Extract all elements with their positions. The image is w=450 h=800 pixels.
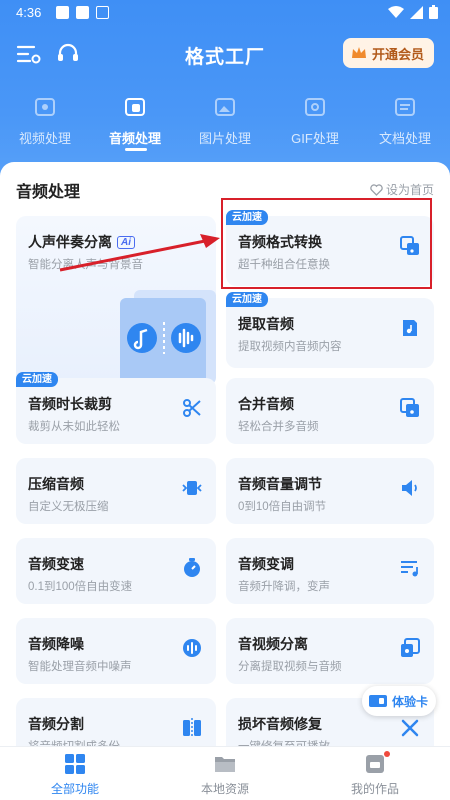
section-title: 音频处理	[16, 184, 81, 201]
card-volume-adjust[interactable]: 音频音量调节 0到10倍自由调节	[226, 458, 434, 524]
card-audio-denoise[interactable]: 音频降噪 智能处理音频中噪声	[16, 618, 216, 684]
vocal-separation-illustration	[120, 290, 216, 384]
card-title: 音频时长裁剪	[28, 396, 112, 412]
card-audio-trim[interactable]: 云加速 音频时长裁剪 裁剪从未如此轻松	[16, 372, 216, 444]
card-title: 音频降噪	[28, 636, 84, 652]
card-subtitle: 轻松合并多音频	[238, 421, 319, 433]
card-title: 提取音频	[238, 316, 294, 332]
nav-label: 我的作品	[350, 782, 399, 796]
folder-icon	[215, 757, 235, 772]
heart-icon	[370, 183, 383, 196]
card-subtitle: 0到10倍自由调节	[238, 501, 327, 513]
card-subtitle: 音频升降调，变声	[238, 581, 330, 593]
image-icon	[215, 98, 235, 116]
speed-icon	[184, 558, 200, 577]
tab-label: GIF处理	[291, 131, 339, 146]
card-subtitle: 裁剪从未如此轻松	[28, 421, 120, 433]
merge-audio-icon	[400, 398, 419, 417]
card-subtitle: 将音频切割成多份	[28, 738, 120, 746]
notification-dot	[384, 751, 390, 757]
card-title: 音频变速	[28, 556, 84, 572]
bottom-nav: 全部功能 本地资源 我的作品	[0, 746, 450, 800]
category-tabs: 视频处理 音频处理 图片处理 GIF处理 文档处理	[0, 96, 450, 152]
card-compress-audio[interactable]: 压缩音频 自定义无极压缩	[16, 458, 216, 524]
compress-audio-icon	[182, 481, 202, 495]
card-title: 音频变调	[238, 556, 294, 572]
split-audio-icon	[183, 718, 201, 738]
audio-icon	[125, 98, 145, 116]
denoise-icon	[183, 639, 201, 657]
scissors-icon	[183, 399, 201, 417]
trial-card-button[interactable]: 体验卡	[361, 686, 436, 716]
status-bar: 4:36	[0, 0, 450, 26]
tab-gif[interactable]: GIF处理	[270, 96, 360, 152]
tab-label: 音频处理	[108, 131, 161, 146]
vip-button[interactable]: 开通会员	[342, 38, 434, 68]
tab-document[interactable]: 文档处理	[360, 96, 450, 152]
volume-icon	[402, 480, 417, 496]
card-av-split[interactable]: 音视频分离 分离提取视频与音频	[226, 618, 434, 684]
card-subtitle: 提取视频内音频内容	[238, 341, 342, 353]
battery-icon	[429, 5, 438, 19]
set-home-label: 设为首页	[385, 183, 434, 197]
nav-all-features[interactable]: 全部功能	[0, 747, 150, 800]
customer-service-icon[interactable]	[56, 41, 80, 65]
nav-label: 本地资源	[200, 782, 249, 796]
cloud-boost-badge: 云加速	[226, 292, 268, 307]
tab-label: 图片处理	[198, 131, 251, 146]
crown-icon	[351, 47, 366, 58]
notification-icon	[96, 6, 109, 19]
av-split-icon	[401, 638, 420, 657]
notification-icon	[56, 6, 69, 19]
video-icon	[35, 98, 55, 116]
tab-video[interactable]: 视频处理	[0, 96, 90, 152]
status-time: 4:36	[16, 5, 42, 20]
card-title: 音视频分离	[238, 636, 308, 652]
card-title: 压缩音频	[28, 476, 84, 492]
wifi-icon	[388, 5, 404, 18]
card-icon	[368, 695, 387, 707]
card-subtitle: 一键修复至可播放	[238, 738, 330, 746]
card-subtitle: 智能处理音频中噪声	[28, 661, 132, 673]
nav-local-resources[interactable]: 本地资源	[150, 747, 300, 800]
notification-icon	[76, 6, 89, 19]
pitch-icon	[401, 561, 418, 577]
tab-image[interactable]: 图片处理	[180, 96, 270, 152]
cloud-boost-badge: 云加速	[16, 372, 58, 387]
grid-icon	[65, 754, 85, 774]
vip-label: 开通会员	[371, 46, 424, 62]
card-subtitle: 0.1到100倍自由变速	[28, 581, 133, 593]
card-title: 损坏音频修复	[238, 716, 322, 732]
works-icon	[366, 755, 384, 773]
document-icon	[395, 98, 415, 116]
tab-label: 视频处理	[18, 131, 71, 146]
card-title: 音频音量调节	[238, 476, 322, 492]
settings-menu-icon[interactable]	[16, 42, 42, 66]
repair-icon	[401, 719, 419, 737]
audio-tools-panel: 音频处理 设为首页 人声伴奏分离Ai 智能分离人声与背景音 云加速 音频格式转换…	[0, 162, 450, 746]
active-tab-indicator	[125, 148, 147, 151]
card-subtitle: 自定义无极压缩	[28, 501, 109, 513]
nav-my-works[interactable]: 我的作品	[300, 747, 450, 800]
set-home-button[interactable]: 设为首页	[370, 181, 434, 198]
card-title: 音频分割	[28, 716, 84, 732]
annotation-arrow	[59, 234, 220, 272]
card-audio-pitch[interactable]: 音频变调 音频升降调，变声	[226, 538, 434, 604]
card-subtitle: 分离提取视频与音频	[238, 661, 342, 673]
extract-audio-icon	[403, 320, 417, 336]
card-extract-audio[interactable]: 云加速 提取音频 提取视频内音频内容	[226, 292, 434, 368]
tab-label: 文档处理	[378, 131, 431, 146]
annotation-highlight-box	[221, 198, 432, 289]
nav-label: 全部功能	[50, 782, 99, 796]
card-split-audio[interactable]: 音频分割 将音频切割成多份	[16, 698, 216, 746]
card-audio-speed[interactable]: 音频变速 0.1到100倍自由变速	[16, 538, 216, 604]
card-title: 合并音频	[238, 396, 294, 412]
gif-icon	[305, 98, 325, 116]
tab-audio[interactable]: 音频处理	[90, 96, 180, 152]
card-merge-audio[interactable]: 合并音频 轻松合并多音频	[226, 378, 434, 444]
trial-card-label: 体验卡	[391, 694, 428, 709]
signal-icon	[410, 5, 423, 19]
